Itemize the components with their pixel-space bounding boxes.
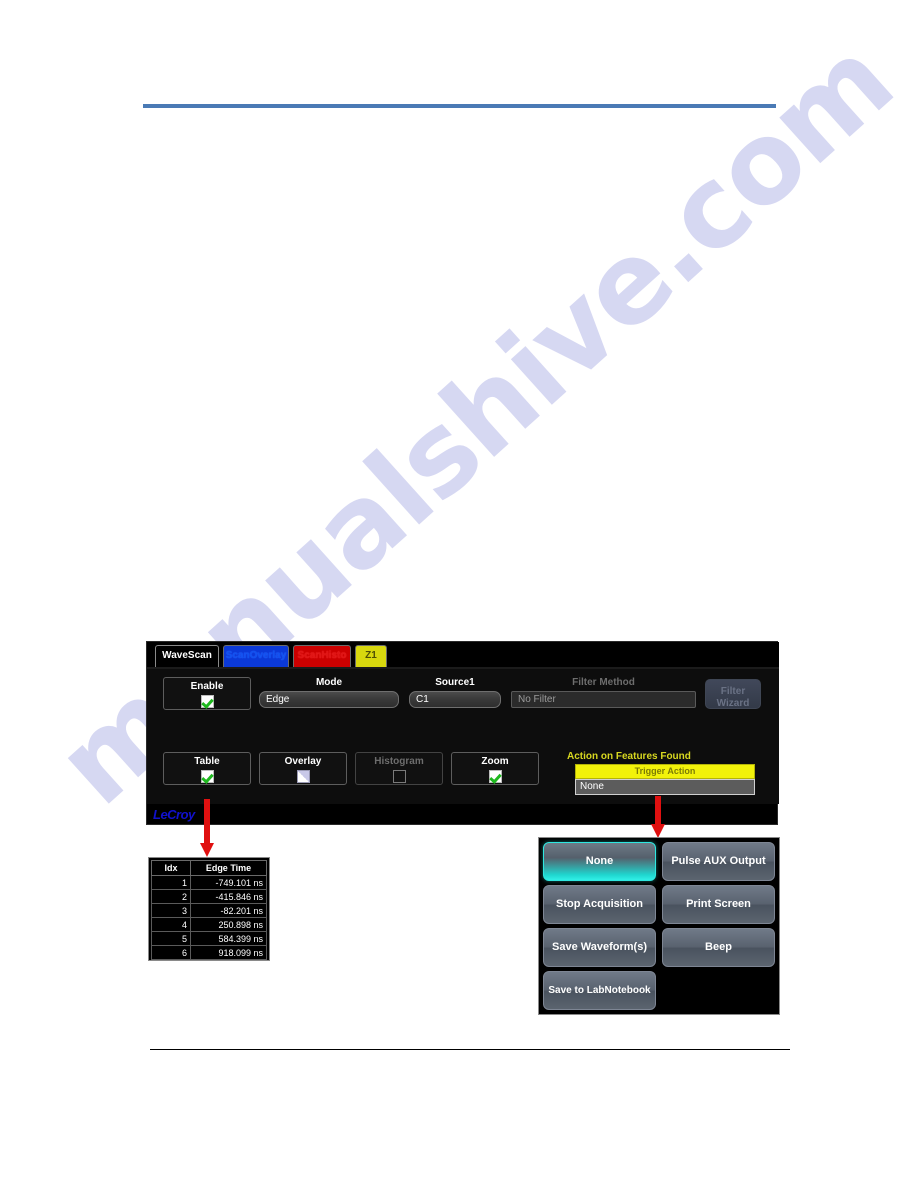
filter-method-group: Filter Method No Filter [511, 677, 696, 708]
cell-edge-time: -749.101 ns [190, 875, 267, 890]
footer-rule [150, 1049, 790, 1050]
mode-group: Mode Edge [259, 677, 399, 708]
action-button-print-screen[interactable]: Print Screen [662, 885, 775, 924]
trigger-action-header: Trigger Action [575, 764, 755, 779]
cell-idx: 4 [151, 917, 191, 932]
table-row[interactable]: 4 250.898 ns [151, 917, 267, 932]
tab-scanoverlay[interactable]: ScanOverlay [223, 645, 289, 667]
source1-group: Source1 C1 [409, 677, 501, 708]
lecroy-logo: LeCroy [153, 807, 195, 822]
zoom-label: Zoom [481, 756, 509, 767]
source1-label: Source1 [435, 677, 475, 688]
cell-idx: 6 [151, 945, 191, 960]
table-header-row: Idx Edge Time [151, 860, 267, 876]
mode-field[interactable]: Edge [259, 691, 399, 708]
overlay-checkbox-group[interactable]: Overlay [259, 752, 347, 785]
cell-idx: 1 [151, 875, 191, 890]
histogram-label: Histogram [374, 756, 424, 767]
enable-checkbox[interactable] [200, 695, 214, 708]
filter-method-label: Filter Method [572, 677, 635, 688]
tab-z1[interactable]: Z1 [355, 645, 387, 667]
source1-field[interactable]: C1 [409, 691, 501, 708]
table-row[interactable]: 6 918.099 ns [151, 945, 267, 960]
edge-time-table-panel: Idx Edge Time 1 -749.101 ns 2 -415.846 n… [148, 857, 270, 961]
table-row[interactable]: 5 584.399 ns [151, 931, 267, 946]
tab-scanhisto[interactable]: ScanHisto [293, 645, 351, 667]
action-button-save-to-labnotebook[interactable]: Save to LabNotebook [543, 971, 656, 1010]
cell-edge-time: -82.201 ns [190, 903, 267, 918]
cell-idx: 3 [151, 903, 191, 918]
zoom-checkbox[interactable] [488, 770, 502, 783]
edge-time-table: Idx Edge Time 1 -749.101 ns 2 -415.846 n… [151, 860, 267, 960]
cell-edge-time: 250.898 ns [190, 917, 267, 932]
table-checkbox-group[interactable]: Table [163, 752, 251, 785]
arrow-to-edge-table [200, 799, 214, 857]
wavescan-body: Enable Mode Edge Source1 C1 Filter Metho… [147, 669, 779, 804]
cell-edge-time: 584.399 ns [190, 931, 267, 946]
overlay-checkbox[interactable] [296, 770, 310, 783]
filter-wizard-line1: Filter [720, 686, 746, 697]
cell-edge-time: -415.846 ns [190, 889, 267, 904]
wavescan-tabstrip: WaveScan ScanOverlay ScanHisto Z1 [147, 642, 779, 669]
table-row[interactable]: 1 -749.101 ns [151, 875, 267, 890]
action-button-save-waveforms[interactable]: Save Waveform(s) [543, 928, 656, 967]
table-row[interactable]: 2 -415.846 ns [151, 889, 267, 904]
table-row[interactable]: 3 -82.201 ns [151, 903, 267, 918]
trigger-actions-panel: None Pulse AUX Output Stop Acquisition P… [538, 837, 780, 1015]
action-button-pulse-aux-output[interactable]: Pulse AUX Output [662, 842, 775, 881]
action-on-features-label: Action on Features Found [567, 751, 691, 762]
filter-method-field[interactable]: No Filter [511, 691, 696, 708]
cell-idx: 2 [151, 889, 191, 904]
filter-wizard-button[interactable]: Filter Wizard [705, 679, 761, 709]
filter-wizard-line2: Wizard [716, 698, 750, 709]
table-label: Table [194, 756, 220, 767]
histogram-checkbox[interactable] [392, 770, 406, 783]
cell-idx: 5 [151, 931, 191, 946]
column-header-idx: Idx [151, 860, 191, 876]
page-watermark: manualshive.com [0, 0, 918, 1188]
tab-wavescan[interactable]: WaveScan [155, 645, 219, 667]
arrow-to-trigger-actions [651, 796, 665, 838]
overlay-label: Overlay [284, 756, 322, 767]
mode-label: Mode [315, 677, 343, 688]
action-button-beep[interactable]: Beep [662, 928, 775, 967]
wavescan-dialog: WaveScan ScanOverlay ScanHisto Z1 Enable… [146, 641, 779, 825]
histogram-checkbox-group[interactable]: Histogram [355, 752, 443, 785]
trigger-action-value[interactable]: None [575, 779, 755, 795]
action-button-none[interactable]: None [543, 842, 656, 881]
zoom-checkbox-group[interactable]: Zoom [451, 752, 539, 785]
action-button-stop-acquisition[interactable]: Stop Acquisition [543, 885, 656, 924]
enable-checkbox-group[interactable]: Enable [163, 677, 251, 710]
header-rule [143, 104, 776, 108]
enable-label: Enable [190, 681, 224, 692]
table-checkbox[interactable] [200, 770, 214, 783]
column-header-edge-time: Edge Time [190, 860, 267, 876]
cell-edge-time: 918.099 ns [190, 945, 267, 960]
